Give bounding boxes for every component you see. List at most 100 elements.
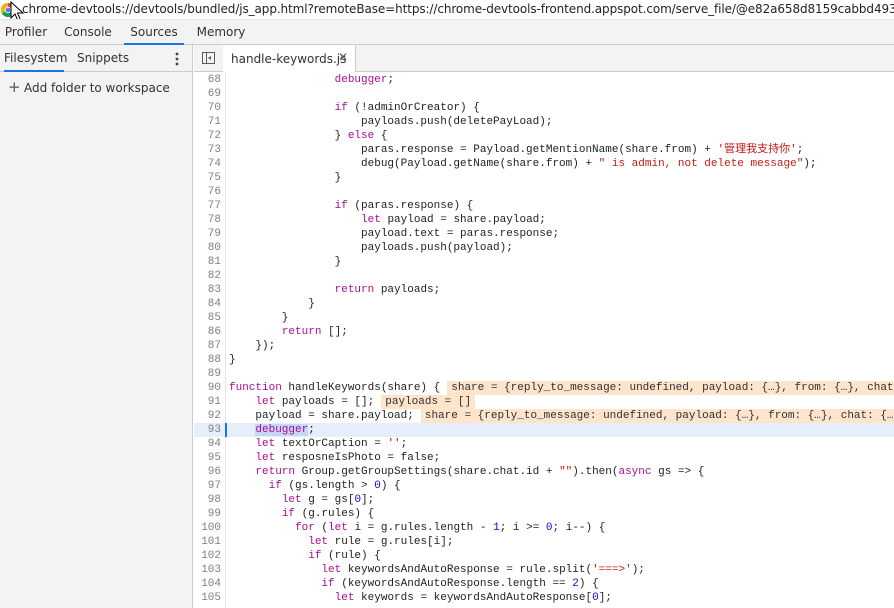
code-line: 69 [194,87,894,101]
line-number[interactable]: 85 [194,311,221,325]
code-line: 103 let keywordsAndAutoResponse = rule.s… [194,563,894,577]
line-number[interactable]: 68 [194,73,221,87]
code-text: payload.text = paras.response; [229,228,560,240]
line-number[interactable]: 72 [194,129,221,143]
code-text: return []; [281,326,348,338]
code-line: 88} [194,353,894,367]
code-line: 90 function handleKeywords(share) {share … [194,381,894,395]
code-text: if (keywordsAndAutoResponse.length == 2)… [321,578,599,590]
line-number[interactable]: 89 [194,367,221,381]
inline-variable-value: share = {reply_to_message: undefined, pa… [447,381,894,395]
code-line: 80 payloads.push(payload); [194,241,894,255]
line-number[interactable]: 98 [194,493,221,507]
toggle-navigator-icon[interactable] [202,52,215,64]
add-folder-button[interactable]: + Add folder to workspace [8,78,170,96]
line-number[interactable]: 77 [194,199,221,213]
line-number[interactable]: 87 [194,339,221,353]
tab-snippets[interactable]: Snippets [77,45,129,72]
line-number[interactable]: 84 [194,297,221,311]
code-line: 85 } [194,311,894,325]
line-number[interactable]: 70 [194,101,221,115]
line-number[interactable]: 93 [194,423,221,437]
execution-line-marker [225,423,227,437]
code-line: 95 let resposneIsPhoto = false; [194,451,894,465]
line-number[interactable]: 69 [194,87,221,101]
code-line: 77 if (paras.response) { [194,199,894,213]
code-text: debugger; [334,74,395,86]
code-line: 86 return []; [194,325,894,339]
line-number[interactable]: 79 [194,227,221,241]
tab-memory[interactable]: Memory [190,20,252,45]
line-number[interactable]: 83 [194,283,221,297]
code-text: payload = share.payload; share = {reply_t… [229,409,894,423]
inline-variable-value: payloads = [] [381,395,476,409]
tab-filesystem[interactable]: Filesystem [4,45,67,72]
code-text: payloads.push(deletePayLoad); [229,116,553,128]
code-line: 79 payload.text = paras.response; [194,227,894,241]
line-number[interactable]: 90 [194,381,221,395]
line-number[interactable]: 78 [194,213,221,227]
code-line: 102 if (rule) { [194,549,894,563]
line-number[interactable]: 73 [194,143,221,157]
line-number[interactable]: 97 [194,479,221,493]
line-number[interactable]: 102 [194,549,221,563]
line-number[interactable]: 96 [194,465,221,479]
line-number[interactable]: 94 [194,437,221,451]
line-number[interactable]: 100 [194,521,221,535]
code-text: return Group.getGroupSettings(share.chat… [255,466,705,478]
source-editor-pane: handle-keywords.js ✕ 68 debugger; 69 70 if… [194,45,894,608]
line-number[interactable]: 82 [194,269,221,283]
code-text: if (g.rules) { [281,508,375,520]
line-number[interactable]: 99 [194,507,221,521]
line-number[interactable]: 92 [194,409,221,423]
code-line: 100 for (let i = g.rules.length - 1; i >… [194,521,894,535]
window-title: chrome-devtools://devtools/bundled/js_ap… [22,2,894,16]
file-tab-handle-keywords[interactable]: handle-keywords.js ✕ [223,45,356,72]
navigator-tabbar: Filesystem Snippets [0,45,192,72]
line-number[interactable]: 76 [194,185,221,199]
line-number[interactable]: 95 [194,451,221,465]
line-number[interactable]: 103 [194,563,221,577]
tab-profiler[interactable]: Profiler [0,20,52,45]
tab-console[interactable]: Console [56,20,120,45]
code-line: 94 let textOrCaption = ''; [194,437,894,451]
code-line: 105 let keywords = keywordsAndAutoRespon… [194,591,894,605]
more-options-icon[interactable] [170,51,184,67]
code-line: 87 }); [194,339,894,353]
line-number[interactable]: 91 [194,395,221,409]
code-line: 91 let payloads = []; payloads = [] [194,395,894,409]
tab-sources[interactable]: Sources [124,20,184,45]
line-number[interactable]: 88 [194,353,221,367]
code-line: 76 [194,185,894,199]
code-line: 82 [194,269,894,283]
code-view[interactable]: 68 debugger; 69 70 if (!adminOrCreator) {7… [194,73,894,608]
line-number[interactable]: 80 [194,241,221,255]
code-text: paras.response = Payload.getMentionName(… [229,144,804,156]
code-line: 89 [194,367,894,381]
code-text: let textOrCaption = ''; [255,438,408,450]
close-icon[interactable]: ✕ [338,50,348,64]
code-line: 83 return payloads; [194,283,894,297]
code-text: } [229,256,342,268]
code-line: 68 debugger; [194,73,894,87]
editor-tabbar: handle-keywords.js ✕ [194,45,894,72]
code-text: function handleKeywords(share) {share = … [229,381,894,395]
code-text: } [229,312,289,324]
code-text: debug(Payload.getName(share.from) + " is… [229,158,817,170]
code-text: let resposneIsPhoto = false; [255,452,441,464]
code-text: } [229,354,236,366]
line-number[interactable]: 75 [194,171,221,185]
line-number[interactable]: 86 [194,325,221,339]
line-number[interactable]: 105 [194,591,221,605]
code-line: 70 if (!adminOrCreator) { [194,101,894,115]
plus-icon: + [8,78,21,96]
line-number[interactable]: 104 [194,577,221,591]
line-number[interactable]: 101 [194,535,221,549]
line-number[interactable]: 71 [194,115,221,129]
code-line: 84 } [194,297,894,311]
code-line: 74 debug(Payload.getName(share.from) + "… [194,157,894,171]
inline-variable-value: share = {reply_to_message: undefined, pa… [420,409,894,423]
line-number[interactable]: 81 [194,255,221,269]
code-text: let keywordsAndAutoResponse = rule.split… [321,564,645,576]
line-number[interactable]: 74 [194,157,221,171]
